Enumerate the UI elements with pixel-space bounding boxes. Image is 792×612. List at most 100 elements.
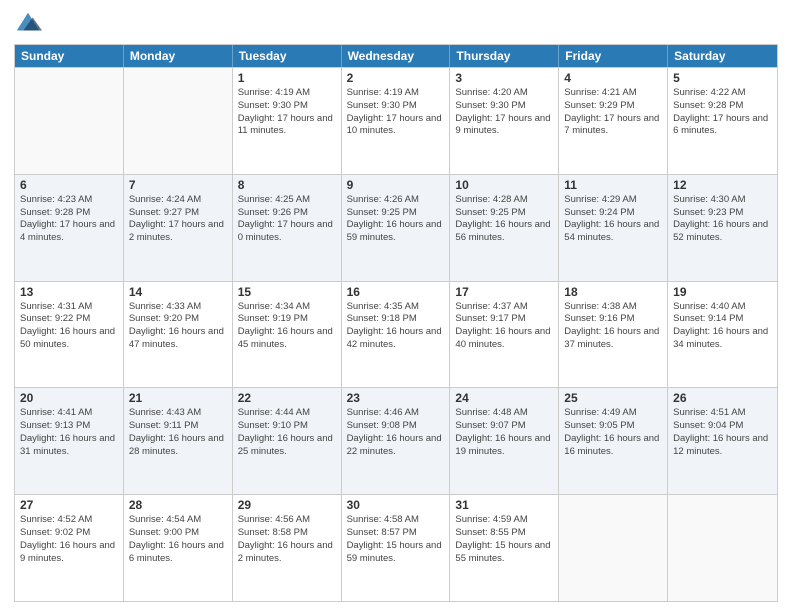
calendar-cell: 21 Sunrise: 4:43 AM Sunset: 9:11 PM Dayli… (124, 388, 233, 494)
day-info: Sunrise: 4:49 AM Sunset: 9:05 PM Dayligh… (564, 407, 662, 458)
day-info: Sunrise: 4:41 AM Sunset: 9:13 PM Dayligh… (20, 407, 118, 458)
day-number: 19 (673, 285, 772, 299)
day-info: Sunrise: 4:59 AM Sunset: 8:55 PM Dayligh… (455, 514, 553, 565)
day-info: Sunrise: 4:25 AM Sunset: 9:26 PM Dayligh… (238, 194, 336, 245)
day-info: Sunrise: 4:24 AM Sunset: 9:27 PM Dayligh… (129, 194, 227, 245)
calendar-cell: 6 Sunrise: 4:23 AM Sunset: 9:28 PM Daylig… (15, 175, 124, 281)
day-info: Sunrise: 4:28 AM Sunset: 9:25 PM Dayligh… (455, 194, 553, 245)
calendar-cell: 14Sunrise: 4:33 AM Sunset: 9:20 PM Dayli… (124, 282, 233, 388)
calendar-cell: 12 Sunrise: 4:30 AM Sunset: 9:23 PM Dayli… (668, 175, 777, 281)
calendar-cell: 2 Sunrise: 4:19 AM Sunset: 9:30 PM Daylig… (342, 68, 451, 174)
weekday-header: Tuesday (233, 45, 342, 67)
calendar-cell: 4Sunrise: 4:21 AM Sunset: 9:29 PM Daylig… (559, 68, 668, 174)
day-number: 29 (238, 498, 336, 512)
day-number: 10 (455, 178, 553, 192)
calendar-cell (124, 68, 233, 174)
day-info: Sunrise: 4:22 AM Sunset: 9:28 PM Dayligh… (673, 87, 772, 138)
calendar-cell: 26 Sunrise: 4:51 AM Sunset: 9:04 PM Dayli… (668, 388, 777, 494)
calendar-cell: 11 Sunrise: 4:29 AM Sunset: 9:24 PM Dayli… (559, 175, 668, 281)
calendar-cell: 24 Sunrise: 4:48 AM Sunset: 9:07 PM Dayli… (450, 388, 559, 494)
day-number: 3 (455, 71, 553, 85)
day-number: 7 (129, 178, 227, 192)
day-number: 6 (20, 178, 118, 192)
weekday-header: Thursday (450, 45, 559, 67)
calendar-cell: 30 Sunrise: 4:58 AM Sunset: 8:57 PM Dayli… (342, 495, 451, 601)
day-info: Sunrise: 4:30 AM Sunset: 9:23 PM Dayligh… (673, 194, 772, 245)
calendar-cell: 23 Sunrise: 4:46 AM Sunset: 9:08 PM Dayli… (342, 388, 451, 494)
calendar-cell: 28 Sunrise: 4:54 AM Sunset: 9:00 PM Dayli… (124, 495, 233, 601)
day-number: 21 (129, 391, 227, 405)
day-info: Sunrise: 4:20 AM Sunset: 9:30 PM Dayligh… (455, 87, 553, 138)
calendar-cell: 17 Sunrise: 4:37 AM Sunset: 9:17 PM Dayli… (450, 282, 559, 388)
day-info: Sunrise: 4:21 AM Sunset: 9:29 PM Dayligh… (564, 87, 662, 138)
day-number: 18 (564, 285, 662, 299)
day-number: 31 (455, 498, 553, 512)
day-info: Sunrise: 4:29 AM Sunset: 9:24 PM Dayligh… (564, 194, 662, 245)
calendar: SundayMondayTuesdayWednesdayThursdayFrid… (14, 44, 778, 602)
calendar-cell (559, 495, 668, 601)
day-number: 30 (347, 498, 445, 512)
day-number: 1 (238, 71, 336, 85)
calendar-cell: 29 Sunrise: 4:56 AM Sunset: 8:58 PM Dayli… (233, 495, 342, 601)
calendar-cell: 18 Sunrise: 4:38 AM Sunset: 9:16 PM Dayli… (559, 282, 668, 388)
day-info: Sunrise: 4:33 AM Sunset: 9:20 PM Dayligh… (129, 301, 227, 352)
day-info: Sunrise: 4:35 AM Sunset: 9:18 PM Dayligh… (347, 301, 445, 352)
calendar-row: 27Sunrise: 4:52 AM Sunset: 9:02 PM Dayli… (15, 494, 777, 601)
day-info: Sunrise: 4:44 AM Sunset: 9:10 PM Dayligh… (238, 407, 336, 458)
day-number: 16 (347, 285, 445, 299)
calendar-cell: 31 Sunrise: 4:59 AM Sunset: 8:55 PM Dayli… (450, 495, 559, 601)
day-info: Sunrise: 4:40 AM Sunset: 9:14 PM Dayligh… (673, 301, 772, 352)
calendar-cell: 15Sunrise: 4:34 AM Sunset: 9:19 PM Dayli… (233, 282, 342, 388)
header (14, 10, 778, 38)
day-number: 23 (347, 391, 445, 405)
day-info: Sunrise: 4:54 AM Sunset: 9:00 PM Dayligh… (129, 514, 227, 565)
calendar-cell: 13Sunrise: 4:31 AM Sunset: 9:22 PM Dayli… (15, 282, 124, 388)
day-number: 12 (673, 178, 772, 192)
calendar-cell: 27Sunrise: 4:52 AM Sunset: 9:02 PM Dayli… (15, 495, 124, 601)
day-number: 9 (347, 178, 445, 192)
calendar-cell (15, 68, 124, 174)
day-number: 22 (238, 391, 336, 405)
day-info: Sunrise: 4:46 AM Sunset: 9:08 PM Dayligh… (347, 407, 445, 458)
day-info: Sunrise: 4:23 AM Sunset: 9:28 PM Dayligh… (20, 194, 118, 245)
weekday-header: Saturday (668, 45, 777, 67)
calendar-row: 1 Sunrise: 4:19 AM Sunset: 9:30 PM Daylig… (15, 67, 777, 174)
day-info: Sunrise: 4:43 AM Sunset: 9:11 PM Dayligh… (129, 407, 227, 458)
calendar-cell: 5 Sunrise: 4:22 AM Sunset: 9:28 PM Daylig… (668, 68, 777, 174)
calendar-row: 20 Sunrise: 4:41 AM Sunset: 9:13 PM Dayli… (15, 387, 777, 494)
day-number: 25 (564, 391, 662, 405)
day-info: Sunrise: 4:58 AM Sunset: 8:57 PM Dayligh… (347, 514, 445, 565)
day-number: 20 (20, 391, 118, 405)
calendar-cell (668, 495, 777, 601)
day-number: 26 (673, 391, 772, 405)
day-number: 2 (347, 71, 445, 85)
day-info: Sunrise: 4:19 AM Sunset: 9:30 PM Dayligh… (347, 87, 445, 138)
day-number: 28 (129, 498, 227, 512)
day-info: Sunrise: 4:34 AM Sunset: 9:19 PM Dayligh… (238, 301, 336, 352)
day-number: 11 (564, 178, 662, 192)
page: SundayMondayTuesdayWednesdayThursdayFrid… (0, 0, 792, 612)
calendar-body: 1 Sunrise: 4:19 AM Sunset: 9:30 PM Daylig… (15, 67, 777, 601)
day-number: 17 (455, 285, 553, 299)
day-info: Sunrise: 4:51 AM Sunset: 9:04 PM Dayligh… (673, 407, 772, 458)
calendar-cell: 9 Sunrise: 4:26 AM Sunset: 9:25 PM Daylig… (342, 175, 451, 281)
day-number: 5 (673, 71, 772, 85)
calendar-cell: 25 Sunrise: 4:49 AM Sunset: 9:05 PM Dayli… (559, 388, 668, 494)
calendar-row: 13Sunrise: 4:31 AM Sunset: 9:22 PM Dayli… (15, 281, 777, 388)
day-info: Sunrise: 4:37 AM Sunset: 9:17 PM Dayligh… (455, 301, 553, 352)
calendar-cell: 7 Sunrise: 4:24 AM Sunset: 9:27 PM Daylig… (124, 175, 233, 281)
weekday-header: Monday (124, 45, 233, 67)
calendar-cell: 22 Sunrise: 4:44 AM Sunset: 9:10 PM Dayli… (233, 388, 342, 494)
weekday-header: Sunday (15, 45, 124, 67)
day-info: Sunrise: 4:38 AM Sunset: 9:16 PM Dayligh… (564, 301, 662, 352)
weekday-header: Wednesday (342, 45, 451, 67)
day-info: Sunrise: 4:52 AM Sunset: 9:02 PM Dayligh… (20, 514, 118, 565)
day-info: Sunrise: 4:56 AM Sunset: 8:58 PM Dayligh… (238, 514, 336, 565)
day-number: 13 (20, 285, 118, 299)
calendar-cell: 8 Sunrise: 4:25 AM Sunset: 9:26 PM Daylig… (233, 175, 342, 281)
day-number: 24 (455, 391, 553, 405)
day-info: Sunrise: 4:48 AM Sunset: 9:07 PM Dayligh… (455, 407, 553, 458)
calendar-row: 6 Sunrise: 4:23 AM Sunset: 9:28 PM Daylig… (15, 174, 777, 281)
day-info: Sunrise: 4:26 AM Sunset: 9:25 PM Dayligh… (347, 194, 445, 245)
day-number: 8 (238, 178, 336, 192)
